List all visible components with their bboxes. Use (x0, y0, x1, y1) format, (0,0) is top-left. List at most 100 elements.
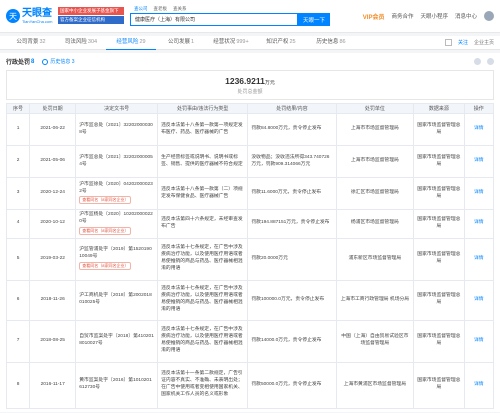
same-name-badge[interactable]: 查看同名（8家同名企业） (79, 262, 132, 271)
same-name-badge[interactable]: 查看同名（8家同名企业） (79, 196, 132, 205)
logo-sub: TianYanCha.com (22, 18, 53, 24)
same-name-badge[interactable]: 查看同名（8家同名企业） (79, 226, 132, 235)
row-date: 2020-12-24 (40, 190, 65, 196)
search-tab-boss[interactable]: 查老板 (154, 6, 168, 12)
row-source: 国家市场监督管理总局 (417, 293, 461, 306)
row-date: 2021-06-22 (40, 126, 65, 132)
vip-link[interactable]: VIP会员 (363, 12, 385, 21)
nav-messages[interactable]: 消息中心 (455, 12, 477, 20)
row-org: 中国（上海）自由贸易试验区市场监督管理局 (341, 334, 409, 347)
row-detail-link[interactable]: 详情 (474, 158, 484, 163)
col-index: 序号 (5, 103, 31, 114)
tab-ip[interactable]: 知识产权25 (256, 36, 306, 49)
row-result: 罚款100000.0万元，责令停止发布 (251, 296, 325, 302)
table-row: 4 2020-10-12 沪市监杨处〔2020〕102020000220号 查看同名（… (5, 209, 495, 239)
row-index: 3 (16, 190, 20, 196)
tab-background[interactable]: 公司背景32 (6, 36, 56, 49)
export-icon[interactable] (487, 58, 494, 65)
row-result: 罚款50000.0万元，责令停止发布 (251, 381, 322, 387)
row-date: 2021-05-06 (40, 158, 65, 164)
category-tabs: 公司背景32 司法风险304 经营风险29 公司发展1 经营状况999+ 知识产… (0, 36, 500, 50)
row-source: 国家市场监督管理总局 (417, 334, 461, 347)
table-row: 5 2019-03-22 沪监管浦处字（2019）第152019010049号查看同… (5, 237, 495, 281)
clock-icon (42, 58, 49, 65)
row-result: 罚款14000.0万元，责令停止发布 (251, 337, 322, 343)
logo-name: 天眼查 (22, 7, 52, 19)
total-amount: 1236.9211 (225, 76, 265, 86)
penalty-summary: 1236.9211万元 处罚总金额 (6, 70, 494, 100)
search-tab-company[interactable]: 查公司 (134, 6, 148, 12)
table-row: 6 2018-11-26 沪工商机处字〔2018〕第2002018010025号 违反… (5, 279, 495, 321)
row-org: 杨浦区市场监督管理局 (350, 220, 399, 226)
row-doc: 沪市监总处〔2021〕322020000308号 (79, 122, 153, 135)
share-icon[interactable] (444, 39, 452, 46)
row-date: 2019-03-22 (40, 255, 65, 261)
row-doc: 沪市监总处〔2021〕322020000054号 (79, 154, 153, 167)
col-doc: 决定文书号 (75, 103, 159, 114)
row-org: 上海市黄浦区市场监督管理局 (343, 381, 407, 387)
top-nav: VIP会员 商务合作 天眼小程序 消息中心 (363, 11, 494, 21)
row-reason: 违反本法第十八条第一款第一项规定发布医疗、药品、医疗器械的广告 (161, 122, 243, 135)
nav-miniapp[interactable]: 天眼小程序 (420, 12, 448, 20)
row-index: 2 (16, 158, 20, 164)
row-org: 徐汇区市场监督管理局 (350, 190, 399, 196)
row-result: 罚款84.8000万元，责令停止发布 (251, 126, 322, 132)
follow-button[interactable]: 关注 (458, 39, 468, 46)
tab-development[interactable]: 公司发展1 (156, 36, 206, 49)
row-detail-link[interactable]: 详情 (474, 382, 484, 387)
row-doc: 沪监管浦处字（2019）第152019010049号 (79, 247, 152, 260)
row-index: 5 (16, 255, 20, 261)
search-input[interactable] (130, 13, 298, 26)
row-org: 浦东新区市场监督管理局 (348, 255, 402, 261)
table-row: 2 2021-05-06 沪市监总处〔2021〕322020000054号 生产经营标… (5, 145, 495, 178)
row-index: 4 (16, 220, 20, 226)
row-reason: 违反本法第十八条第一款第（二）项规定发布保健食品、医疗器械广告 (161, 186, 243, 199)
search-tabs: 查公司 查老板 查关系 (130, 6, 330, 12)
row-org: 上海市市场监督管理局 (350, 158, 399, 164)
row-reason: 违反本法第十一条第二款规定，广告引证内容不真实、不准确、未表明出处；在广告中使用… (161, 371, 243, 398)
search-area: 查公司 查老板 查关系 天眼一下 (130, 6, 330, 26)
row-detail-link[interactable]: 详情 (474, 338, 484, 343)
row-detail-link[interactable]: 详情 (474, 126, 484, 131)
col-date: 处罚日期 (29, 103, 77, 114)
section-count: 8 (31, 58, 35, 65)
row-org: 上海市工商行政管理局 机场分局 (340, 296, 410, 302)
tab-operations[interactable]: 经营状况999+ (206, 36, 256, 49)
row-source: 国家市场监督管理总局 (417, 216, 461, 229)
tab-history[interactable]: 历史信息86 (306, 36, 356, 49)
row-doc: 沪工商机处字〔2018〕第2002018010025号 (79, 293, 152, 306)
row-index: 1 (16, 126, 20, 132)
row-detail-link[interactable]: 详情 (474, 256, 484, 261)
section-title: 行政处罚 (6, 60, 31, 66)
tab-judicial-risk[interactable]: 司法风险304 (56, 36, 106, 49)
help-icon[interactable] (474, 58, 481, 65)
row-index: 6 (16, 296, 20, 302)
tab-operating-risk[interactable]: 经营风险29 (106, 36, 156, 50)
logo-icon: 天 (6, 9, 20, 23)
row-reason: 违反本法第十七条规定，在广告中涉及疾病治疗功能，以及使用医疗用语或者易使推销的商… (161, 286, 243, 313)
avatar[interactable] (484, 11, 494, 21)
row-index: 8 (16, 381, 20, 387)
promo-banner[interactable]: 国家中小企业发展子基金旗下 官方备案企业征信机构 (58, 7, 124, 25)
row-detail-link[interactable]: 详情 (474, 190, 484, 195)
row-detail-link[interactable]: 详情 (474, 297, 484, 302)
row-reason: 违反本法第十七条规定，在广告中涉及疾病治疗功能，以及使用医疗用语或者易使推销的商… (161, 245, 243, 272)
search-tab-relation[interactable]: 查关系 (173, 6, 187, 12)
col-source: 数据来源 (413, 103, 465, 114)
history-link[interactable]: 历史信息 3 (42, 58, 75, 65)
nav-business[interactable]: 商务合作 (391, 12, 413, 20)
col-reason: 处罚事由/违法行为类型 (157, 103, 249, 114)
table-header-row: 序号 处罚日期 决定文书号 处罚事由/违法行为类型 处罚结果/内容 处罚单位 数… (5, 103, 495, 114)
penalty-table: 序号 处罚日期 决定文书号 处罚事由/违法行为类型 处罚结果/内容 处罚单位 数… (5, 103, 495, 409)
row-source: 国家市场监督管理总局 (417, 154, 461, 167)
promo-line-1: 国家中小企业发展子基金旗下 (58, 7, 124, 15)
row-doc: 自贸市监案处字〔2018〕第4102018010027号 (79, 334, 154, 347)
search-button[interactable]: 天眼一下 (298, 13, 330, 26)
row-doc: 黄市监案处字〔2016〕第1010201612730号 (79, 378, 152, 391)
row-detail-link[interactable]: 详情 (474, 220, 484, 225)
homepage-link[interactable]: 企业主页 (474, 39, 494, 46)
row-org: 上海市市场监督管理局 (350, 126, 399, 132)
row-result: 罚款194.887151万元，责令停止发布 (251, 220, 330, 226)
row-result: 没收物品；没收违法所得343.740726万元，罚款909.314066万元 (251, 154, 330, 167)
logo[interactable]: 天 天眼查 TianYanCha.com (6, 7, 54, 24)
